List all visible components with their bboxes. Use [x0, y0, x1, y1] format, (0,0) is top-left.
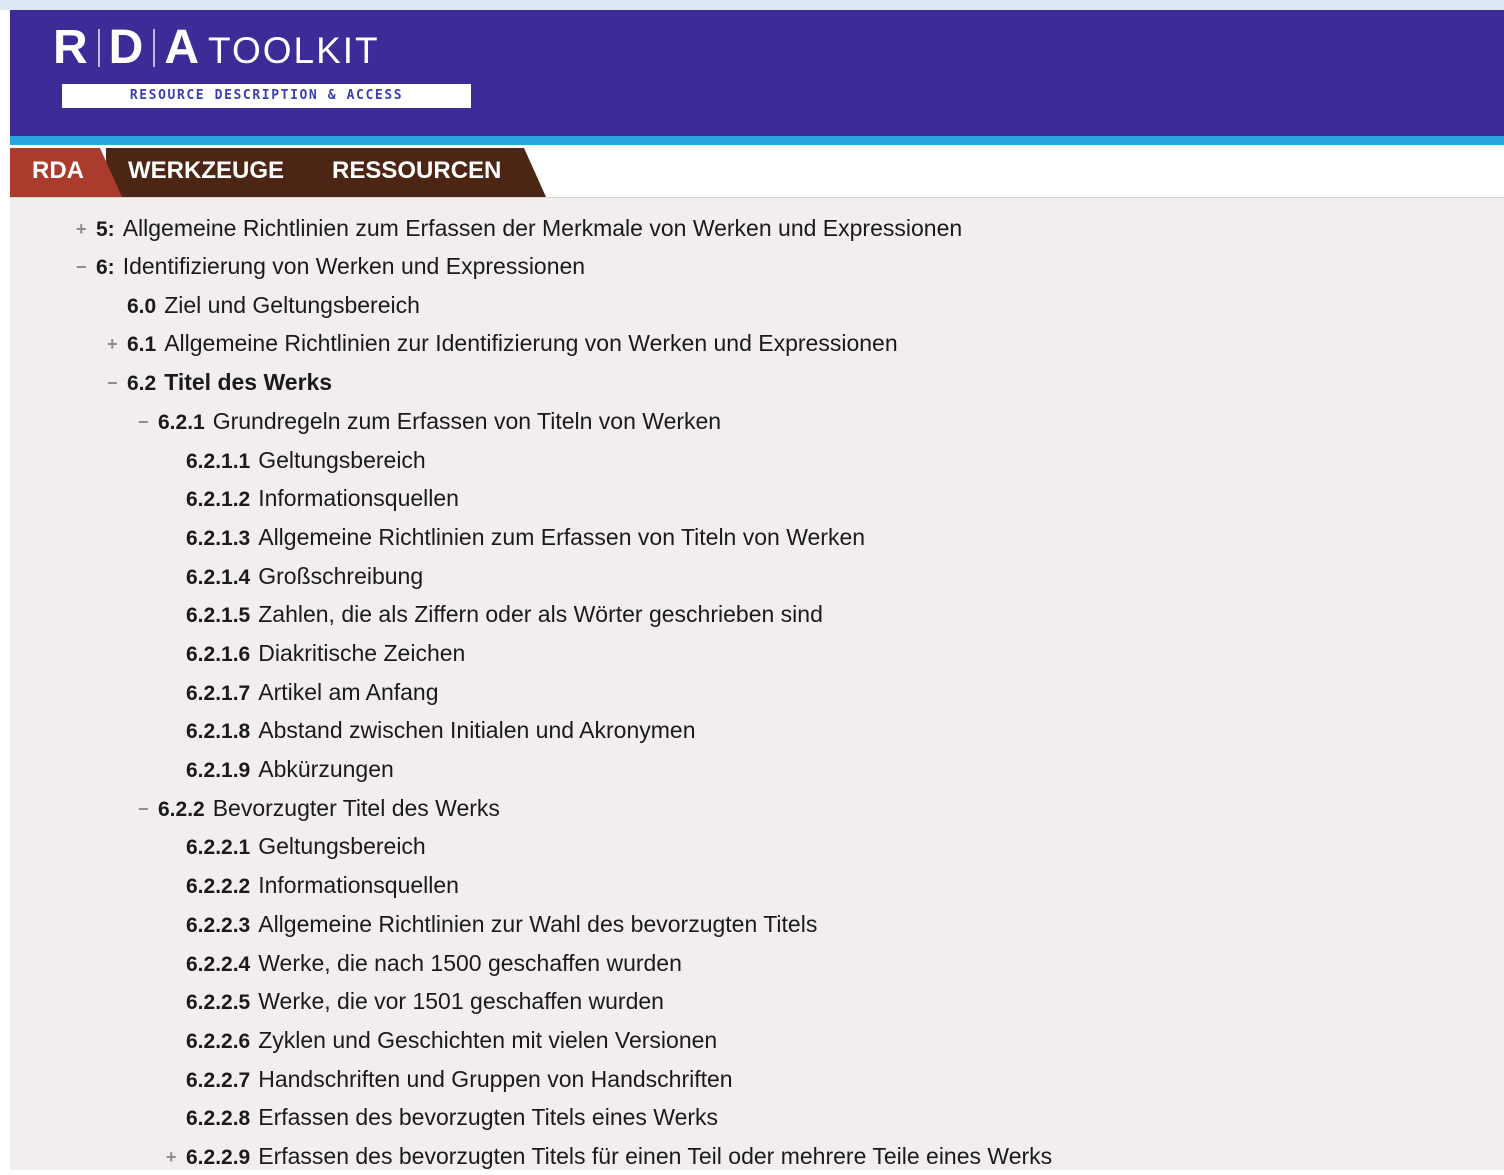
toc-title[interactable]: Titel des Werks — [164, 369, 332, 395]
toc-title[interactable]: Abkürzungen — [258, 756, 394, 782]
collapse-icon[interactable]: − — [107, 366, 127, 400]
toc-number: 6.2.2.8 — [186, 1107, 251, 1130]
toc-title[interactable]: Allgemeine Richtlinien zum Erfassen von … — [258, 524, 865, 550]
logo-letter-a: A — [164, 21, 201, 74]
toc-title[interactable]: Handschriften und Gruppen von Handschrif… — [258, 1066, 732, 1092]
toc-number: 6.2.1.2 — [186, 488, 251, 511]
toc-item[interactable]: +6.2.2.9 Erfassen des bevorzugten Titels … — [166, 1139, 1052, 1173]
toc-title[interactable]: Informationsquellen — [258, 872, 459, 898]
toc-title[interactable]: Informationsquellen — [258, 485, 459, 511]
toc-title[interactable]: Zyklen und Geschichten mit vielen Versio… — [258, 1027, 717, 1053]
toc-title[interactable]: Grundregeln zum Erfassen von Titeln von … — [213, 408, 721, 434]
toc-title[interactable]: Großschreibung — [258, 563, 423, 589]
toc-number: 6.2.1 — [158, 411, 205, 434]
toc-number: 6.2.1.4 — [186, 566, 251, 589]
toc-number: 6.2 — [127, 372, 157, 395]
toc-item[interactable]: +6.1 Allgemeine Richtlinien zur Identifiz… — [107, 326, 898, 360]
toc-item[interactable]: 6.2.2.7 Handschriften und Gruppen von Han… — [186, 1062, 733, 1096]
logo-letter-d: D — [108, 21, 145, 74]
toc-item[interactable]: −6.2.2 Bevorzugter Titel des Werks — [138, 791, 500, 825]
toc-item[interactable]: 6.2.2.8 Erfassen des bevorzugten Titels e… — [186, 1100, 718, 1134]
toc-item[interactable]: 6.2.2.1 Geltungsbereich — [186, 829, 426, 863]
toc-title[interactable]: Geltungsbereich — [258, 447, 426, 473]
toc-title[interactable]: Allgemeine Richtlinien zur Identifizieru… — [164, 330, 897, 356]
tab-ressourcen[interactable]: RESSOURCEN — [310, 148, 546, 197]
toc-title[interactable]: Bevorzugter Titel des Werks — [213, 795, 500, 821]
toc-title[interactable]: Abstand zwischen Initialen und Akronymen — [258, 717, 695, 743]
toc-item[interactable]: 6.2.1.4 Großschreibung — [186, 559, 423, 593]
window-top-strip — [0, 0, 1504, 10]
toc-number: 6.2.1.3 — [186, 527, 251, 550]
expand-icon[interactable]: + — [166, 1140, 186, 1174]
toc-title[interactable]: Diakritische Zeichen — [258, 640, 465, 666]
toc-title[interactable]: Geltungsbereich — [258, 833, 426, 859]
toc-title[interactable]: Werke, die vor 1501 geschaffen wurden — [258, 988, 664, 1014]
main-tab-bar: RESSOURCEN WERKZEUGE RDA — [10, 145, 1504, 198]
toc-number: 6.2.2.5 — [186, 991, 251, 1014]
toc-title[interactable]: Erfassen des bevorzugten Titels für eine… — [258, 1143, 1052, 1169]
toc-title[interactable]: Artikel am Anfang — [258, 679, 438, 705]
toc-number: 6.2.2.7 — [186, 1069, 251, 1092]
toc-item[interactable]: 6.2.1.3 Allgemeine Richtlinien zum Erfass… — [186, 520, 865, 554]
expand-icon[interactable]: + — [107, 327, 127, 361]
toc-item[interactable]: 6.0 Ziel und Geltungsbereich — [127, 288, 420, 322]
toc-item[interactable]: +5: Allgemeine Richtlinien zum Erfassen d… — [76, 211, 962, 245]
rda-toolkit-logo[interactable]: R D A TOOLKIT RESOURCE DESCRIPTION & ACCESS — [53, 22, 471, 108]
collapse-icon[interactable]: − — [138, 792, 158, 826]
tab-werkzeuge[interactable]: WERKZEUGE — [106, 148, 333, 197]
toc-title[interactable]: Zahlen, die als Ziffern oder als Wörter … — [258, 601, 823, 627]
toc-item[interactable]: 6.2.1.1 Geltungsbereich — [186, 443, 426, 477]
toc-number: 6.2.1.8 — [186, 720, 251, 743]
accent-bar — [10, 136, 1504, 145]
toc-panel: +5: Allgemeine Richtlinien zum Erfassen d… — [10, 198, 1504, 1170]
toc-item[interactable]: −6: Identifizierung von Werken und Expres… — [76, 249, 585, 283]
toc-title[interactable]: Ziel und Geltungsbereich — [164, 292, 420, 318]
toc-title[interactable]: Allgemeine Richtlinien zur Wahl des bevo… — [258, 911, 817, 937]
toc-title[interactable]: Identifizierung von Werken und Expressio… — [123, 253, 585, 279]
toc-number: 6.2.2 — [158, 798, 205, 821]
toc-number: 6.2.1.5 — [186, 604, 251, 627]
toc-number: 6.2.2.9 — [186, 1146, 251, 1169]
toc-title[interactable]: Allgemeine Richtlinien zum Erfassen der … — [123, 215, 962, 241]
toc-number: 6.2.2.4 — [186, 953, 251, 976]
toc-item[interactable]: 6.2.1.2 Informationsquellen — [186, 481, 459, 515]
expand-icon[interactable]: + — [76, 212, 96, 246]
toc-item[interactable]: 6.2.1.5 Zahlen, die als Ziffern oder als … — [186, 597, 823, 631]
toc-number: 5: — [96, 218, 115, 241]
logo-wordmark: R D A TOOLKIT — [53, 22, 380, 77]
toc-number: 6.2.1.1 — [186, 450, 251, 473]
toc-number: 6: — [96, 256, 115, 279]
tab-rda[interactable]: RDA — [10, 148, 122, 197]
logo-letter-r: R — [53, 21, 89, 74]
toc-number: 6.1 — [127, 333, 157, 356]
toc-item[interactable]: 6.2.1.6 Diakritische Zeichen — [186, 636, 465, 670]
toc-item[interactable]: 6.2.2.6 Zyklen und Geschichten mit vielen… — [186, 1023, 717, 1057]
toc-item[interactable]: 6.2.2.2 Informationsquellen — [186, 868, 459, 902]
toc-item[interactable]: 6.2.1.9 Abkürzungen — [186, 752, 394, 786]
collapse-icon[interactable]: − — [138, 405, 158, 439]
toc-number: 6.2.1.6 — [186, 643, 251, 666]
toc-item-selected[interactable]: −6.2 Titel des Werks — [107, 365, 332, 399]
collapse-icon[interactable]: − — [76, 250, 96, 284]
toc-item[interactable]: 6.2.1.7 Artikel am Anfang — [186, 675, 439, 709]
logo-separator — [97, 29, 100, 67]
toc-number: 6.2.2.1 — [186, 836, 251, 859]
toc-title[interactable]: Werke, die nach 1500 geschaffen wurden — [258, 950, 682, 976]
toc-number: 6.2.2.2 — [186, 875, 251, 898]
toc-item[interactable]: 6.2.2.5 Werke, die vor 1501 geschaffen wu… — [186, 984, 664, 1018]
logo-word: TOOLKIT — [208, 30, 380, 71]
toc-item[interactable]: 6.2.2.3 Allgemeine Richtlinien zur Wahl d… — [186, 907, 817, 941]
toc-item[interactable]: 6.2.2.4 Werke, die nach 1500 geschaffen w… — [186, 946, 682, 980]
toc-number: 6.0 — [127, 295, 157, 318]
toc-item[interactable]: −6.2.1 Grundregeln zum Erfassen von Titel… — [138, 404, 721, 438]
toc-title[interactable]: Erfassen des bevorzugten Titels eines We… — [258, 1104, 718, 1130]
toc-number: 6.2.2.3 — [186, 914, 251, 937]
toc-item[interactable]: 6.2.1.8 Abstand zwischen Initialen und Ak… — [186, 713, 696, 747]
toc-number: 6.2.1.9 — [186, 759, 251, 782]
toc-number: 6.2.1.7 — [186, 682, 251, 705]
logo-separator — [153, 29, 156, 67]
logo-subtitle: RESOURCE DESCRIPTION & ACCESS — [62, 84, 471, 108]
toc-number: 6.2.2.6 — [186, 1030, 251, 1053]
